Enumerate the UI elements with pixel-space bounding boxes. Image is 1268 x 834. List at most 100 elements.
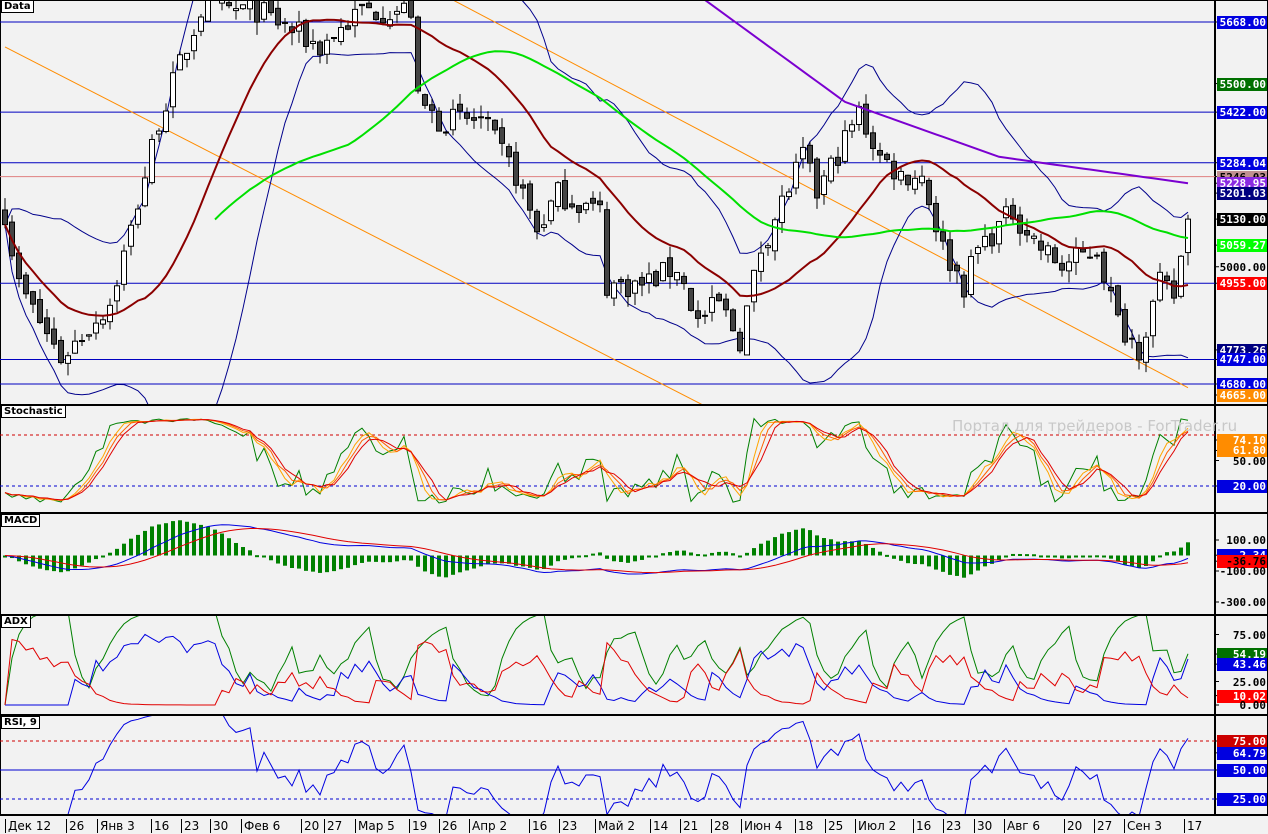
candle bbox=[989, 233, 995, 247]
macd-bar bbox=[87, 555, 91, 563]
candle bbox=[72, 340, 78, 354]
macd-bar bbox=[1095, 555, 1099, 558]
candle bbox=[247, 1, 253, 10]
macd-bar bbox=[262, 555, 266, 558]
candle bbox=[1059, 262, 1065, 271]
candle bbox=[1115, 285, 1121, 316]
stoch-price-label: 50.00 bbox=[1232, 454, 1266, 468]
candle bbox=[44, 317, 50, 335]
macd-bar bbox=[927, 555, 931, 567]
macd-bar bbox=[738, 555, 742, 558]
candle bbox=[849, 124, 855, 132]
candle bbox=[604, 209, 610, 296]
candle bbox=[821, 175, 827, 196]
macd-bar bbox=[1060, 555, 1064, 559]
macd-bar bbox=[423, 555, 427, 572]
macd-bar bbox=[717, 551, 721, 556]
macd-bar bbox=[402, 555, 406, 561]
macd-bar bbox=[395, 555, 399, 562]
main-price-label: 5500.00 bbox=[1217, 77, 1267, 91]
macd-bar bbox=[920, 555, 924, 565]
candle bbox=[1122, 309, 1128, 343]
candle bbox=[191, 34, 197, 52]
macd-bar bbox=[192, 523, 196, 556]
macd-bar bbox=[108, 552, 112, 556]
macd-bar bbox=[115, 548, 119, 556]
candle bbox=[800, 146, 806, 160]
candle bbox=[1080, 248, 1086, 253]
macd-bar bbox=[1123, 555, 1127, 565]
date-label: Июл 2 bbox=[855, 819, 896, 833]
candle bbox=[597, 200, 603, 206]
macd-bar bbox=[332, 555, 336, 572]
macd-bar bbox=[451, 555, 455, 575]
macd-bar bbox=[1088, 555, 1092, 558]
macd-bar bbox=[241, 547, 245, 556]
macd-bar bbox=[1116, 555, 1120, 562]
macd-bar bbox=[388, 555, 392, 563]
candle bbox=[1052, 247, 1058, 264]
candle bbox=[2, 209, 8, 226]
macd-bar bbox=[59, 555, 63, 573]
candle bbox=[429, 104, 435, 111]
candle bbox=[65, 355, 71, 364]
candle bbox=[1087, 256, 1093, 259]
date-label: 27 bbox=[324, 819, 342, 833]
macd-bar bbox=[647, 555, 651, 558]
date-label: Фев 6 bbox=[241, 819, 280, 833]
candle bbox=[1066, 261, 1072, 272]
macd-bar bbox=[836, 541, 840, 556]
macd-bar bbox=[458, 555, 462, 573]
macd-bar bbox=[815, 535, 819, 556]
candle bbox=[1031, 235, 1037, 239]
adx-price-label: 0.00 bbox=[1239, 699, 1267, 712]
candle bbox=[1073, 247, 1079, 263]
candle bbox=[835, 156, 841, 166]
candle bbox=[919, 175, 925, 184]
candle bbox=[569, 203, 575, 208]
macd-bar bbox=[689, 552, 693, 556]
macd-bar bbox=[416, 555, 420, 567]
panel-title-adx: ADX bbox=[1, 615, 31, 628]
macd-bar bbox=[1081, 555, 1085, 558]
candle bbox=[674, 271, 680, 281]
date-label: 16 bbox=[151, 819, 169, 833]
candle bbox=[751, 269, 757, 303]
candle bbox=[408, 1, 414, 18]
macd-bar bbox=[1158, 555, 1162, 558]
rsi-price-label: 25.00 bbox=[1217, 793, 1267, 806]
macd-bar bbox=[1102, 555, 1106, 558]
candle bbox=[317, 41, 323, 56]
candle bbox=[1143, 336, 1149, 363]
macd-bar bbox=[983, 555, 987, 567]
candle bbox=[996, 221, 1002, 245]
candle bbox=[254, 1, 260, 23]
candle bbox=[114, 285, 120, 302]
macd-bar bbox=[1004, 555, 1008, 558]
date-label: 26 bbox=[66, 819, 84, 833]
candle bbox=[51, 328, 57, 345]
candle bbox=[695, 310, 701, 319]
macd-bar bbox=[850, 541, 854, 556]
candle bbox=[233, 8, 239, 12]
macd-bar bbox=[381, 555, 385, 563]
candle bbox=[576, 205, 582, 213]
candle bbox=[1136, 341, 1142, 361]
candle bbox=[30, 291, 36, 305]
candle bbox=[457, 103, 463, 112]
macd-bar bbox=[479, 555, 483, 567]
candle bbox=[653, 271, 659, 287]
date-label: Дек 12 bbox=[5, 819, 51, 833]
candle bbox=[240, 4, 246, 10]
panel-title-stochastic: Stochastic bbox=[1, 405, 66, 418]
date-label: 16 bbox=[529, 819, 547, 833]
candle bbox=[660, 262, 666, 282]
candle bbox=[870, 132, 876, 149]
candle bbox=[1150, 300, 1156, 337]
candle bbox=[1171, 280, 1177, 299]
candle bbox=[184, 52, 190, 60]
date-label: 21 bbox=[680, 819, 698, 833]
date-label: Янв 3 bbox=[97, 819, 135, 833]
candle bbox=[954, 264, 960, 272]
candle bbox=[877, 149, 883, 156]
